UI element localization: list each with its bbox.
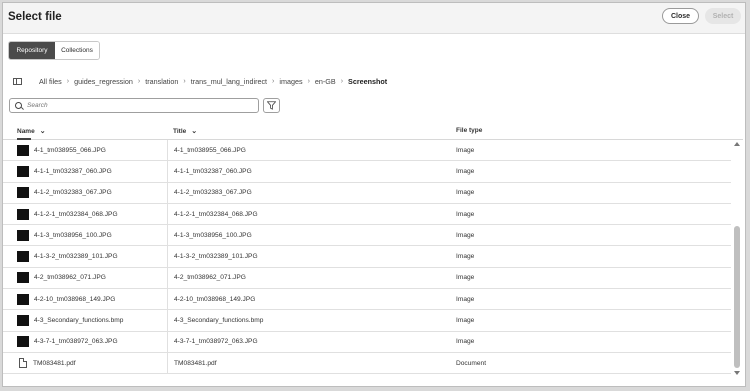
file-type: Image — [456, 295, 475, 303]
chevron-right-icon: › — [66, 78, 70, 85]
table-row[interactable]: 4-1-3-2_tm032389_101.JPG 4-1-3-2_tm03238… — [3, 246, 731, 268]
file-title: 4-1-1_tm032387_060.JPG — [174, 167, 252, 175]
column-header-name[interactable]: Name ⌄ — [17, 127, 46, 136]
chevron-right-icon: › — [137, 78, 141, 85]
table-row[interactable]: 4-1-1_tm032387_060.JPG 4-1-1_tm032387_06… — [3, 161, 731, 183]
file-type: Image — [456, 189, 475, 197]
image-thumbnail-icon — [17, 315, 29, 327]
file-title: 4-3_Secondary_functions.bmp — [174, 317, 264, 325]
file-name: 4-1-3_tm038956_100.JPG — [34, 231, 112, 239]
breadcrumb-current: Screenshot — [348, 77, 388, 86]
column-header-title[interactable]: Title ⌄ — [173, 127, 198, 136]
source-tabs: Repository Collections — [8, 41, 100, 60]
image-thumbnail-icon — [17, 272, 29, 284]
file-type: Image — [456, 317, 475, 325]
scroll-down-icon[interactable] — [734, 371, 740, 375]
table-row[interactable]: 4-2-10_tm038968_149.JPG 4-2-10_tm038968_… — [3, 289, 731, 311]
select-file-dialog: Select file Close Select Repository Coll… — [2, 2, 746, 387]
vertical-scrollbar[interactable] — [733, 140, 742, 375]
document-icon — [19, 358, 27, 369]
table-row[interactable]: 4-1-2-1_tm032384_068.JPG 4-1-2-1_tm03238… — [3, 203, 731, 226]
table-header: Name ⌄ Title ⌄ File type — [3, 121, 743, 140]
file-type: Image — [456, 167, 475, 175]
file-name: 4-3-7-1_tm038972_063.JPG — [34, 338, 118, 346]
file-type: Image — [456, 231, 475, 239]
table-row[interactable]: 4-1_tm038955_066.JPG 4-1_tm038955_066.JP… — [3, 140, 731, 162]
select-button[interactable]: Select — [705, 8, 741, 24]
scrollbar-thumb[interactable] — [734, 226, 740, 368]
chevron-right-icon: › — [340, 78, 344, 85]
image-thumbnail-icon — [17, 208, 29, 220]
file-name: TM083481.pdf — [33, 359, 76, 367]
image-thumbnail-icon — [17, 165, 29, 177]
image-thumbnail-icon — [17, 336, 29, 348]
tab-repository[interactable]: Repository — [9, 42, 55, 59]
chevron-right-icon: › — [272, 78, 275, 85]
file-title: 4-1-2_tm032383_067.JPG — [174, 189, 252, 197]
chevron-right-icon: › — [183, 78, 186, 85]
table-row[interactable]: TM083481.pdf TM083481.pdf Document — [3, 352, 731, 375]
file-name: 4-1-1_tm032387_060.JPG — [34, 167, 112, 175]
file-name: 4-1-2-1_tm032384_068.JPG — [34, 210, 118, 218]
file-type: Document — [456, 359, 487, 367]
search-box — [9, 98, 259, 113]
file-type: Image — [456, 210, 475, 218]
image-thumbnail-icon — [17, 293, 29, 305]
table-row[interactable]: 4-1-3_tm038956_100.JPG 4-1-3_tm038956_10… — [3, 225, 731, 247]
file-title: 4-1-3-2_tm032389_101.JPG — [174, 253, 258, 261]
file-name: 4-1-3-2_tm032389_101.JPG — [34, 253, 118, 261]
file-title: 4-2_tm038962_071.JPG — [174, 274, 246, 282]
file-type: Image — [456, 146, 475, 154]
search-input[interactable] — [27, 100, 252, 111]
breadcrumb-item[interactable]: translation — [145, 77, 178, 86]
file-type: Image — [456, 338, 475, 346]
file-name: 4-2-10_tm038968_149.JPG — [34, 295, 116, 303]
chevron-down-icon: ⌄ — [39, 128, 46, 135]
table-row[interactable]: 4-1-2_tm032383_067.JPG 4-1-2_tm032383_06… — [3, 182, 731, 204]
file-name: 4-1-2_tm032383_067.JPG — [34, 189, 112, 197]
breadcrumb-item[interactable]: trans_mul_lang_indirect — [191, 77, 267, 86]
filter-icon — [267, 101, 276, 110]
breadcrumb-item[interactable]: All files — [39, 77, 62, 86]
file-list: 4-1_tm038955_066.JPG 4-1_tm038955_066.JP… — [3, 140, 731, 375]
file-name: 4-2_tm038962_071.JPG — [34, 274, 106, 282]
dialog-header: Select file Close Select — [3, 3, 745, 34]
filter-button[interactable] — [263, 98, 280, 113]
file-title: 4-1_tm038955_066.JPG — [174, 146, 246, 154]
file-title: 4-1-3_tm038956_100.JPG — [174, 231, 252, 239]
search-icon — [15, 102, 22, 109]
breadcrumb-item[interactable]: guides_regression — [74, 77, 133, 86]
image-thumbnail-icon — [17, 187, 29, 199]
breadcrumb: All files › guides_regression › translatio… — [39, 77, 387, 86]
file-title: TM083481.pdf — [174, 359, 217, 367]
table-row[interactable]: 4-2_tm038962_071.JPG 4-2_tm038962_071.JP… — [3, 267, 731, 290]
image-thumbnail-icon — [17, 251, 29, 263]
column-header-file-type: File type — [456, 127, 483, 134]
table-row[interactable]: 4-3-7-1_tm038972_063.JPG 4-3-7-1_tm03897… — [3, 331, 731, 353]
file-type: Image — [456, 274, 475, 282]
file-title: 4-2-10_tm038968_149.JPG — [174, 295, 256, 303]
file-title: 4-1-2-1_tm032384_068.JPG — [174, 210, 258, 218]
file-name: 4-3_Secondary_functions.bmp — [34, 317, 124, 325]
toggle-sidebar-icon[interactable] — [13, 78, 22, 85]
image-thumbnail-icon — [17, 229, 29, 241]
image-thumbnail-icon — [17, 144, 29, 156]
scroll-up-icon[interactable] — [734, 142, 740, 146]
tab-collections[interactable]: Collections — [55, 42, 99, 59]
file-title: 4-3-7-1_tm038972_063.JPG — [174, 338, 258, 346]
chevron-down-icon: ⌄ — [191, 128, 198, 135]
chevron-right-icon: › — [307, 78, 310, 85]
close-button[interactable]: Close — [662, 8, 699, 24]
breadcrumb-item[interactable]: en-GB — [315, 77, 336, 86]
file-name: 4-1_tm038955_066.JPG — [34, 146, 106, 154]
table-row[interactable]: 4-3_Secondary_functions.bmp 4-3_Secondar… — [3, 310, 731, 332]
file-type: Image — [456, 253, 475, 261]
breadcrumb-item[interactable]: images — [279, 77, 302, 86]
dialog-title: Select file — [8, 11, 62, 23]
